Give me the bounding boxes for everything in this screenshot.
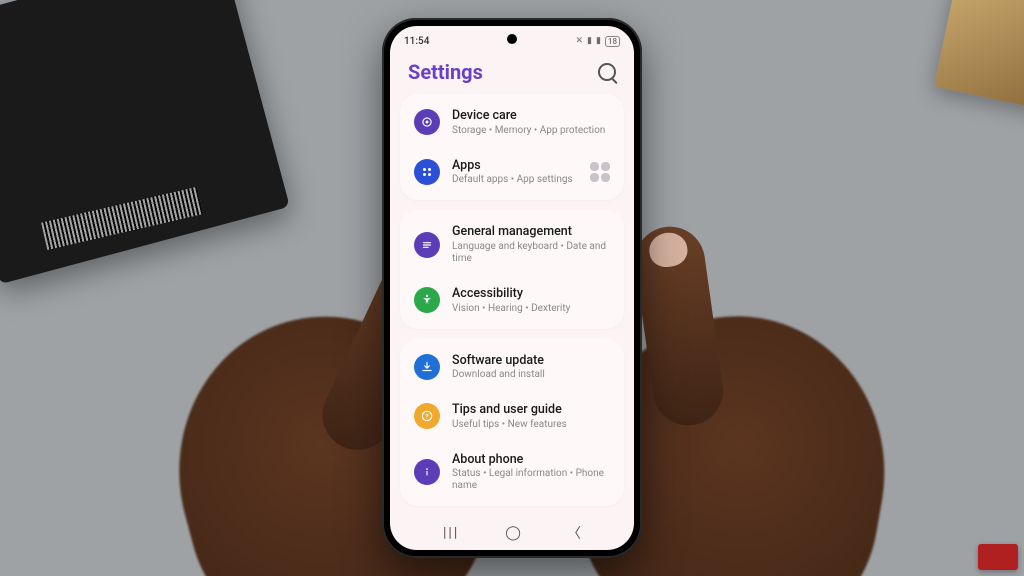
item-title: Apps: [452, 158, 578, 174]
settings-item-device-care[interactable]: Device care Storage • Memory • App prote…: [400, 98, 624, 147]
item-title: Tips and user guide: [452, 402, 610, 418]
status-icons: ✕ ▮ ▮ 18: [575, 36, 620, 47]
svg-text:?: ?: [425, 413, 428, 421]
item-subtitle: Download and install: [452, 369, 610, 381]
mute-icon: ✕: [575, 36, 583, 46]
item-title: Software update: [452, 353, 610, 369]
item-subtitle: Default apps • App settings: [452, 174, 578, 186]
signal-icon: ▮: [587, 36, 592, 46]
settings-group: Device care Storage • Memory • App prote…: [400, 94, 624, 200]
item-subtitle: Useful tips • New features: [452, 419, 610, 431]
item-subtitle: Status • Legal information • Phone name: [452, 468, 610, 492]
settings-list[interactable]: Device care Storage • Memory • App prote…: [390, 94, 634, 516]
barcode: [41, 187, 203, 250]
settings-header: Settings: [390, 52, 634, 94]
status-time: 11:54: [404, 36, 429, 47]
item-title: Accessibility: [452, 286, 610, 302]
battery-icon: 18: [605, 36, 620, 47]
grid-icon[interactable]: [590, 162, 610, 182]
page-title: Settings: [408, 60, 483, 84]
settings-group: General management Language and keyboard…: [400, 210, 624, 328]
settings-item-about-phone[interactable]: About phone Status • Legal information •…: [400, 441, 624, 503]
signal-icon-2: ▮: [596, 36, 601, 46]
item-title: General management: [452, 224, 610, 240]
settings-item-tips[interactable]: ? Tips and user guide Useful tips • New …: [400, 391, 624, 441]
update-icon: [414, 354, 440, 380]
settings-item-software-update[interactable]: Software update Download and install: [400, 343, 624, 392]
item-title: Device care: [452, 108, 610, 124]
search-icon[interactable]: [598, 63, 616, 81]
general-icon: [414, 232, 440, 258]
prop-block: [934, 0, 1024, 111]
product-box: Galaxy S25 Ultra: [0, 0, 290, 284]
item-title: About phone: [452, 452, 610, 468]
settings-item-apps[interactable]: Apps Default apps • App settings: [400, 147, 624, 197]
settings-item-accessibility[interactable]: Accessibility Vision • Hearing • Dexteri…: [400, 275, 624, 325]
about-icon: [414, 459, 440, 485]
item-subtitle: Vision • Hearing • Dexterity: [452, 303, 610, 315]
phone-screen: 11:54 ✕ ▮ ▮ 18 Settings Device care: [390, 26, 634, 550]
nav-home[interactable]: ◯: [505, 525, 521, 541]
settings-item-general-management[interactable]: General management Language and keyboard…: [400, 214, 624, 275]
accessibility-icon: [414, 287, 440, 313]
nav-bar: ||| ◯ 〈: [390, 516, 634, 550]
front-camera: [507, 34, 517, 44]
watermark-badge: [978, 544, 1018, 570]
nav-recents[interactable]: |||: [443, 525, 459, 541]
item-subtitle: Storage • Memory • App protection: [452, 125, 610, 137]
device-care-icon: [414, 109, 440, 135]
phone-frame: 11:54 ✕ ▮ ▮ 18 Settings Device care: [382, 18, 642, 558]
settings-group: Software update Download and install ? T…: [400, 339, 624, 507]
apps-icon: [414, 159, 440, 185]
tips-icon: ?: [414, 403, 440, 429]
item-subtitle: Language and keyboard • Date and time: [452, 241, 610, 265]
nav-back[interactable]: 〈: [567, 523, 581, 543]
